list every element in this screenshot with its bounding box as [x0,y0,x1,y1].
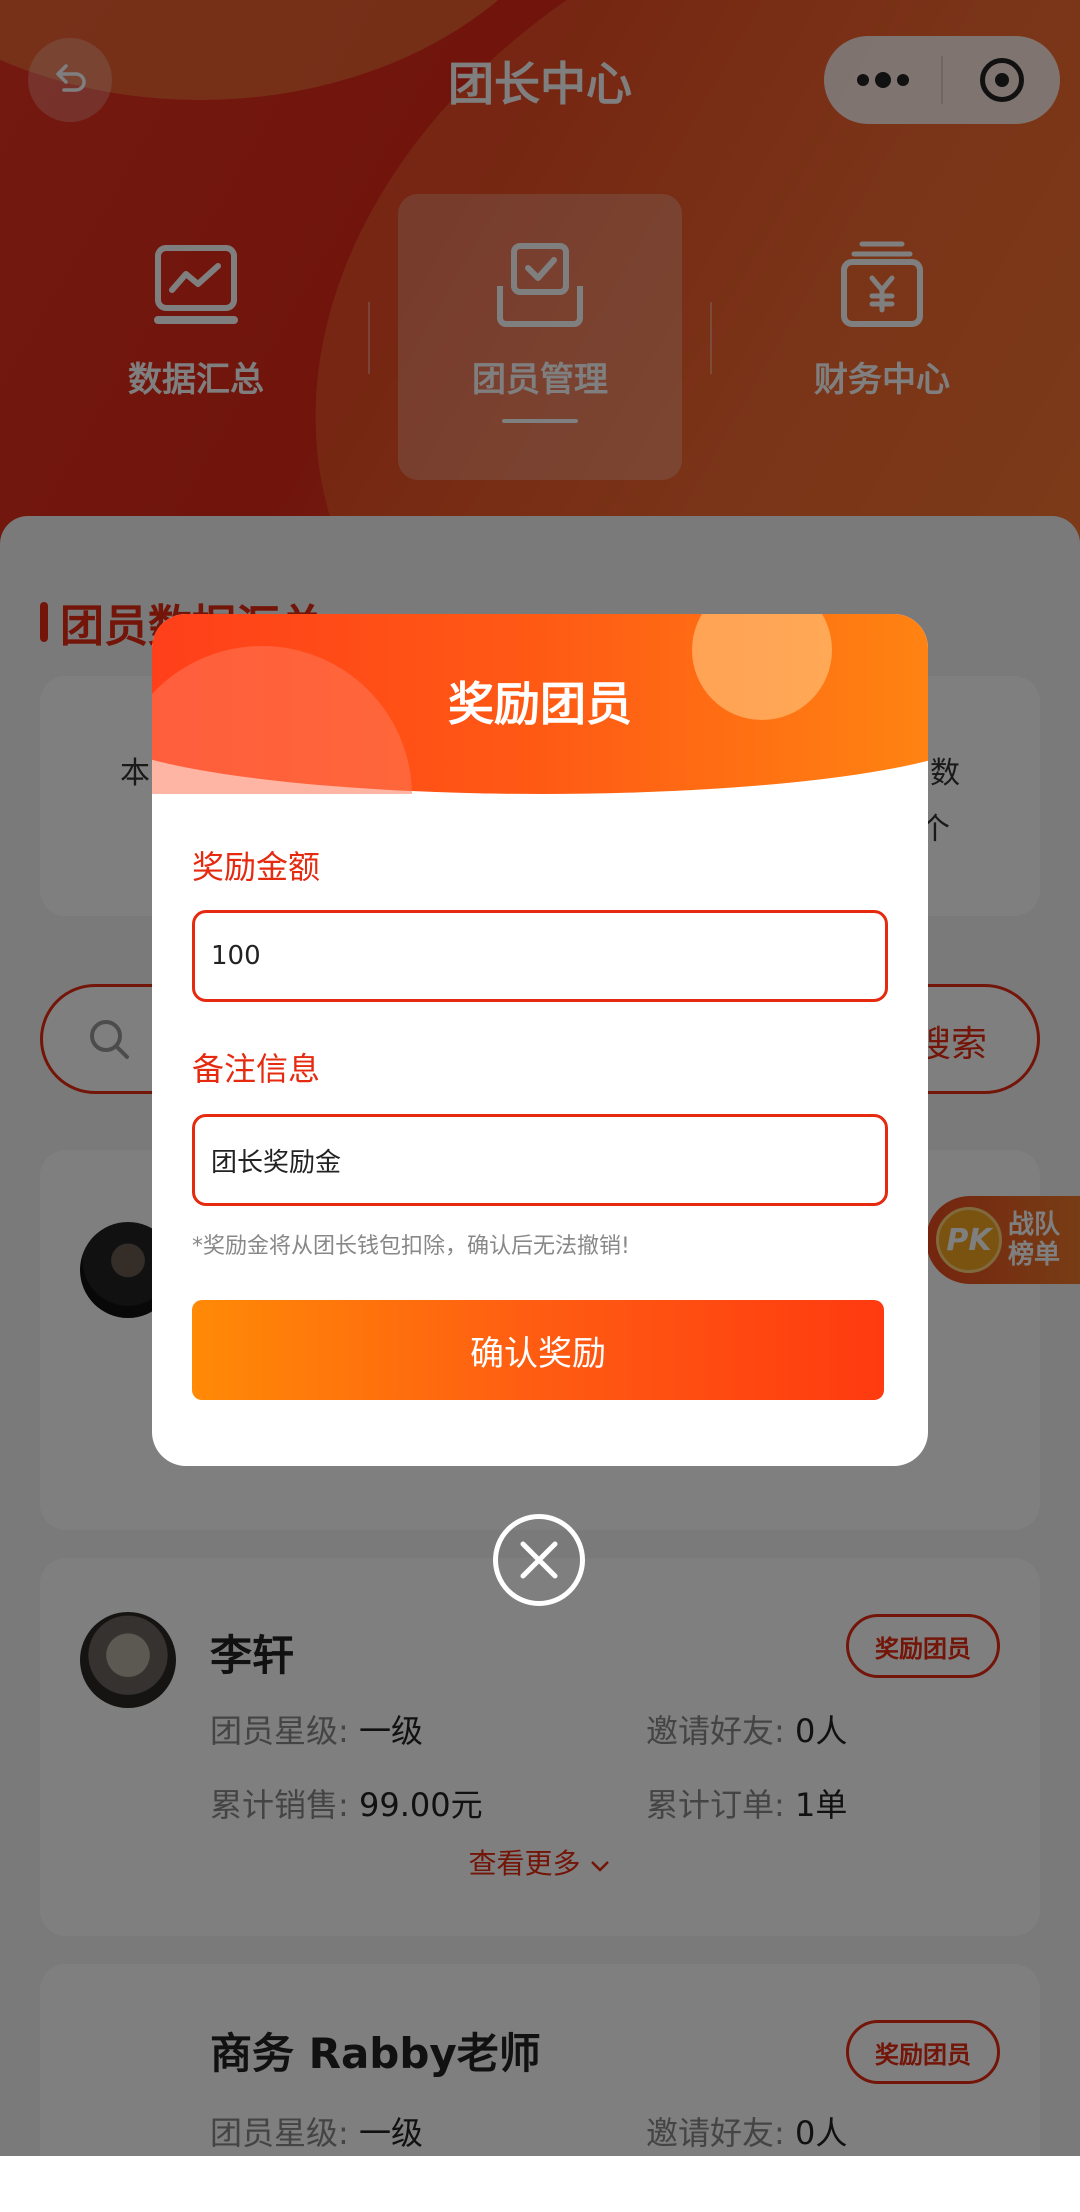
reward-member-dialog: 奖励团员 奖励金额 100 备注信息 团长奖励金 *奖励金将从团长钱包扣除，确认… [152,614,928,1466]
reward-amount-input[interactable]: 100 [192,910,888,1002]
remark-input[interactable]: 团长奖励金 [192,1114,888,1206]
dialog-header: 奖励团员 [152,614,928,794]
remark-label: 备注信息 [192,1050,321,1088]
dialog-title: 奖励团员 [448,677,632,731]
close-icon [520,1541,558,1579]
close-dialog-button[interactable] [493,1514,585,1606]
confirm-reward-button[interactable]: 确认奖励 [192,1300,884,1400]
amount-label: 奖励金额 [192,848,321,886]
warning-hint: *奖励金将从团长钱包扣除，确认后无法撤销! [192,1234,630,1259]
